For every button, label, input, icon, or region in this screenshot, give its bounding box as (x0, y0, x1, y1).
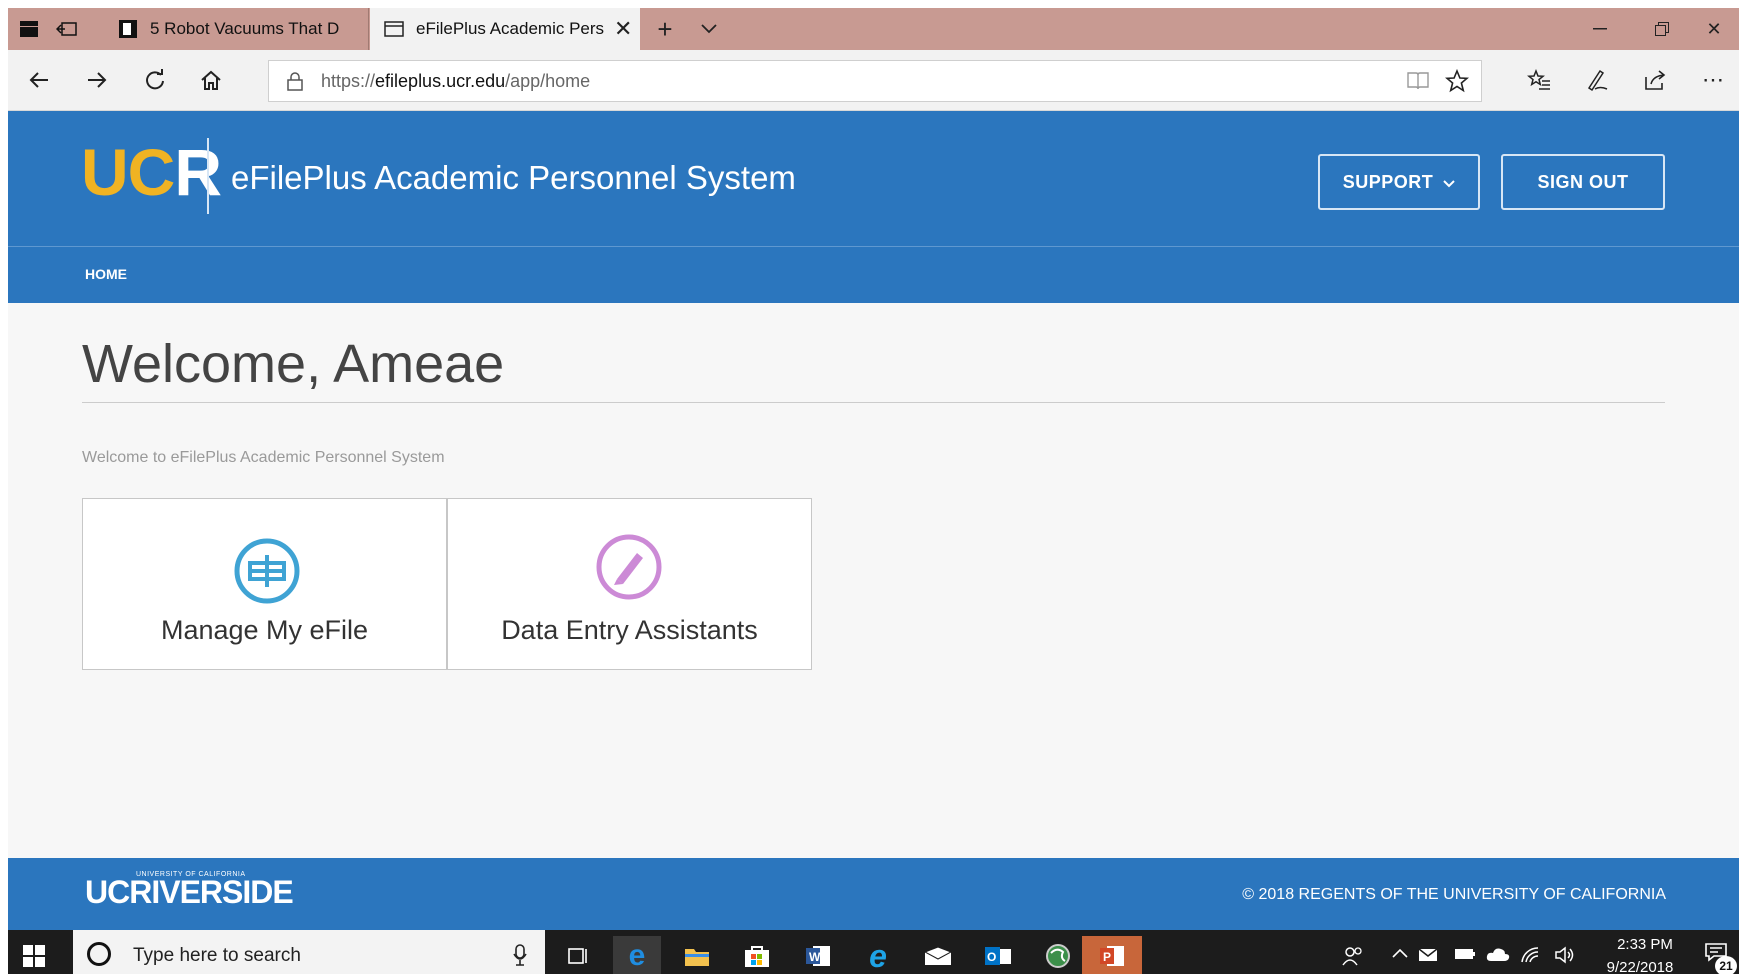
reading-view-icon[interactable] (1407, 71, 1429, 96)
refresh-icon[interactable] (138, 64, 172, 96)
new-tab-icon[interactable]: + (652, 14, 678, 44)
onedrive-cloud-icon[interactable] (1486, 946, 1510, 967)
tab-title: 5 Robot Vacuums That Do A (150, 19, 340, 38)
close-window-icon[interactable]: ✕ (1694, 14, 1734, 44)
browser-window: 5 Robot Vacuums That Do A eFilePlus Acad… (8, 8, 1739, 974)
data-entry-assistants-card[interactable]: Data Entry Assistants (447, 498, 812, 670)
clock-time[interactable]: 2:33 PM (1603, 936, 1687, 953)
close-tab-icon[interactable]: ✕ (614, 16, 632, 42)
set-aside-tabs-icon[interactable] (54, 16, 80, 42)
restore-icon[interactable] (1642, 14, 1682, 44)
tab-robot-vacuums[interactable]: 5 Robot Vacuums That Do A (104, 8, 369, 50)
taskbar-search-input[interactable]: Type here to search (73, 930, 545, 974)
home-icon[interactable] (194, 64, 228, 96)
breadcrumb-home[interactable]: HOME (85, 266, 127, 282)
lock-icon (287, 72, 303, 96)
site-footer: UNIVERSITY OF CALIFORNIA UCRIVERSIDE © 2… (8, 858, 1739, 930)
header-divider (207, 138, 209, 214)
cortana-icon[interactable] (87, 942, 111, 966)
site-title: eFilePlus Academic Personnel System (231, 159, 796, 196)
copyright-text: © 2018 REGENTS OF THE UNIVERSITY OF CALI… (1242, 886, 1666, 903)
navigation-bar: https://efileplus.ucr.edu/app/home ⋯ (8, 50, 1739, 111)
manage-my-efile-card[interactable]: Manage My eFile (82, 498, 447, 670)
share-icon[interactable] (1638, 64, 1672, 96)
card-label: Manage My eFile (160, 615, 369, 645)
clock-date[interactable]: 9/22/2018 (1590, 959, 1690, 974)
task-view-icon[interactable] (553, 936, 601, 974)
tab-efileplus[interactable]: eFilePlus Academic Pers ✕ (370, 8, 640, 50)
outlook-icon[interactable]: O (974, 936, 1022, 974)
minimize-icon[interactable] (1580, 14, 1620, 44)
tab-preview-chevron-icon[interactable] (696, 16, 722, 42)
more-options-icon[interactable]: ⋯ (1696, 64, 1730, 96)
windows-taskbar: Type here to search e W e O P 2:33 PM 9/… (8, 930, 1739, 974)
notification-count-badge: 21 (1715, 956, 1737, 974)
tab-manager-icon[interactable] (16, 16, 42, 42)
people-icon[interactable] (1342, 946, 1364, 971)
volume-icon[interactable] (1554, 946, 1576, 969)
support-button[interactable]: SUPPORT (1318, 154, 1480, 210)
microphone-icon[interactable] (513, 944, 527, 972)
ucr-footer-logo[interactable]: UCRIVERSIDE (85, 874, 294, 911)
pencil-icon (595, 533, 662, 600)
show-hidden-icons-chevron-icon[interactable] (1392, 946, 1408, 964)
efile-icon (233, 537, 300, 604)
edge-browser-icon[interactable]: e (613, 936, 661, 974)
title-divider (82, 402, 1665, 403)
tab-title: eFilePlus Academic Pers (416, 19, 605, 38)
globe-app-icon[interactable] (1034, 936, 1082, 974)
wifi-icon[interactable] (1520, 946, 1542, 969)
card-label: Data Entry Assistants (501, 615, 758, 645)
page-favicon-icon (384, 19, 404, 39)
svg-text:P: P (1103, 950, 1111, 964)
address-bar[interactable]: https://efileplus.ucr.edu/app/home (268, 60, 1482, 102)
support-label: SUPPORT (1342, 171, 1434, 192)
welcome-subtext: Welcome to eFilePlus Academic Personnel … (82, 449, 445, 466)
forward-icon[interactable] (80, 64, 114, 96)
mail-notification-icon[interactable] (1418, 946, 1438, 967)
ucr-logo[interactable]: UCR (81, 139, 222, 205)
powerpoint-icon[interactable]: P (1082, 936, 1142, 974)
battery-icon[interactable] (1454, 946, 1476, 965)
mail-icon[interactable] (914, 936, 962, 974)
web-note-pen-icon[interactable] (1580, 64, 1614, 96)
page-title: Welcome, Ameae (82, 334, 505, 394)
file-explorer-icon[interactable] (673, 936, 721, 974)
search-placeholder: Type here to search (133, 945, 301, 966)
favorites-hub-icon[interactable] (1522, 64, 1556, 96)
favorite-star-icon[interactable] (1444, 68, 1470, 98)
internet-explorer-icon[interactable]: e (854, 936, 902, 974)
svg-text:W: W (809, 950, 821, 964)
windows-start-icon[interactable] (20, 942, 48, 970)
url-text: https://efileplus.ucr.edu/app/home (321, 71, 591, 91)
site-header: UCR eFilePlus Academic Personnel System … (8, 111, 1739, 246)
sign-out-button[interactable]: SIGN OUT (1501, 154, 1665, 210)
bookmark-favicon-icon (118, 19, 138, 39)
word-icon[interactable]: W (794, 936, 842, 974)
back-icon[interactable] (22, 64, 56, 96)
chevron-down-icon (1443, 172, 1455, 193)
breadcrumb: HOME (8, 246, 1739, 303)
tab-bar: 5 Robot Vacuums That Do A eFilePlus Acad… (8, 8, 1739, 50)
svg-text:O: O (987, 950, 996, 964)
store-icon[interactable] (733, 936, 781, 974)
